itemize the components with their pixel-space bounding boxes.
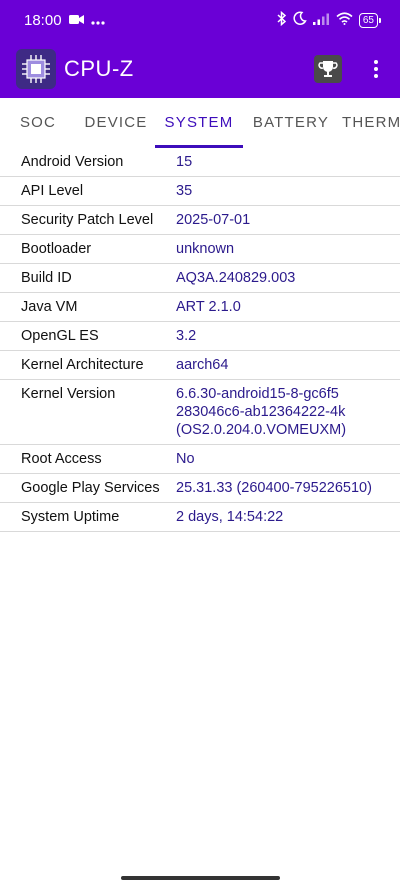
overflow-menu-icon[interactable] bbox=[368, 60, 384, 78]
row-value: 2 days, 14:54:22 bbox=[176, 509, 284, 525]
app-bar: CPU-Z bbox=[0, 40, 400, 98]
status-left: 18:00 bbox=[24, 12, 105, 29]
table-row: OpenGL ES 3.2 bbox=[0, 322, 400, 351]
bluetooth-icon bbox=[277, 10, 287, 30]
row-value: 15 bbox=[176, 154, 193, 170]
clock: 18:00 bbox=[24, 11, 62, 29]
row-label: Google Play Services bbox=[21, 480, 160, 496]
tab-system[interactable]: SYSTEM bbox=[155, 98, 243, 148]
row-label: Bootloader bbox=[21, 241, 92, 257]
cpu-chip-logo-icon bbox=[16, 49, 56, 89]
row-value: No bbox=[176, 451, 195, 467]
table-row: Kernel Version 6.6.30-android15-8-gc6f5 … bbox=[0, 380, 400, 445]
row-value: 3.2 bbox=[176, 328, 197, 344]
kernel-version-line: (OS2.0.204.0.VOMEUXM) bbox=[176, 422, 347, 438]
table-row: API Level 35 bbox=[0, 177, 400, 206]
battery-level: 65 bbox=[362, 14, 374, 26]
status-right: 65 bbox=[277, 10, 382, 30]
row-label: Kernel Version bbox=[21, 386, 116, 402]
table-row: Security Patch Level 2025-07-01 bbox=[0, 206, 400, 235]
tab-thermal[interactable]: THERMAL bbox=[342, 98, 400, 148]
table-row: Build ID AQ3A.240829.003 bbox=[0, 264, 400, 293]
row-value: 6.6.30-android15-8-gc6f5 283046c6-ab1236… bbox=[176, 385, 400, 439]
tab-battery[interactable]: BATTERY bbox=[248, 98, 334, 148]
table-row: Bootloader unknown bbox=[0, 235, 400, 264]
app-title: CPU-Z bbox=[64, 56, 134, 81]
kernel-version-line: 283046c6-ab12364222-4k bbox=[176, 404, 346, 420]
row-value: 2025-07-01 bbox=[176, 212, 251, 228]
table-row: Google Play Services 25.31.33 (260400-79… bbox=[0, 474, 400, 503]
row-value: ART 2.1.0 bbox=[176, 299, 241, 315]
row-label: API Level bbox=[21, 183, 84, 199]
row-label: System Uptime bbox=[21, 509, 120, 525]
row-label: Security Patch Level bbox=[21, 212, 154, 228]
home-gesture-bar[interactable] bbox=[121, 876, 280, 880]
row-value: unknown bbox=[176, 241, 235, 257]
battery-icon: 65 bbox=[358, 12, 382, 28]
table-row: Java VM ART 2.1.0 bbox=[0, 293, 400, 322]
row-label: Android Version bbox=[21, 154, 124, 170]
wifi-icon bbox=[336, 11, 353, 29]
tab-soc[interactable]: SOC bbox=[8, 98, 68, 148]
moon-icon bbox=[293, 11, 307, 29]
row-label: Java VM bbox=[21, 299, 78, 315]
table-row: Android Version 15 bbox=[0, 148, 400, 177]
row-label: OpenGL ES bbox=[21, 328, 99, 344]
more-notifications-icon bbox=[90, 12, 105, 29]
trophy-icon[interactable] bbox=[314, 55, 342, 83]
system-info-table: Android Version 15 API Level 35 Security… bbox=[0, 148, 400, 532]
table-row: Kernel Architecture aarch64 bbox=[0, 351, 400, 380]
cellular-signal-icon bbox=[312, 12, 330, 29]
row-value: 35 bbox=[176, 183, 193, 199]
tab-bar: SOC DEVICE SYSTEM BATTERY THERMAL bbox=[0, 98, 400, 148]
kernel-version-line: 6.6.30-android15-8-gc6f5 bbox=[176, 386, 339, 402]
row-label: Root Access bbox=[21, 451, 102, 467]
row-label: Build ID bbox=[21, 270, 72, 286]
table-row: Root Access No bbox=[0, 445, 400, 474]
status-bar: 18:00 65 bbox=[0, 0, 400, 40]
row-label: Kernel Architecture bbox=[21, 357, 144, 373]
row-value: aarch64 bbox=[176, 357, 229, 373]
row-value: AQ3A.240829.003 bbox=[176, 270, 296, 286]
table-row: System Uptime 2 days, 14:54:22 bbox=[0, 503, 400, 532]
tab-device[interactable]: DEVICE bbox=[78, 98, 154, 148]
row-value: 25.31.33 (260400-795226510) bbox=[176, 480, 372, 496]
video-camera-icon bbox=[68, 12, 84, 29]
